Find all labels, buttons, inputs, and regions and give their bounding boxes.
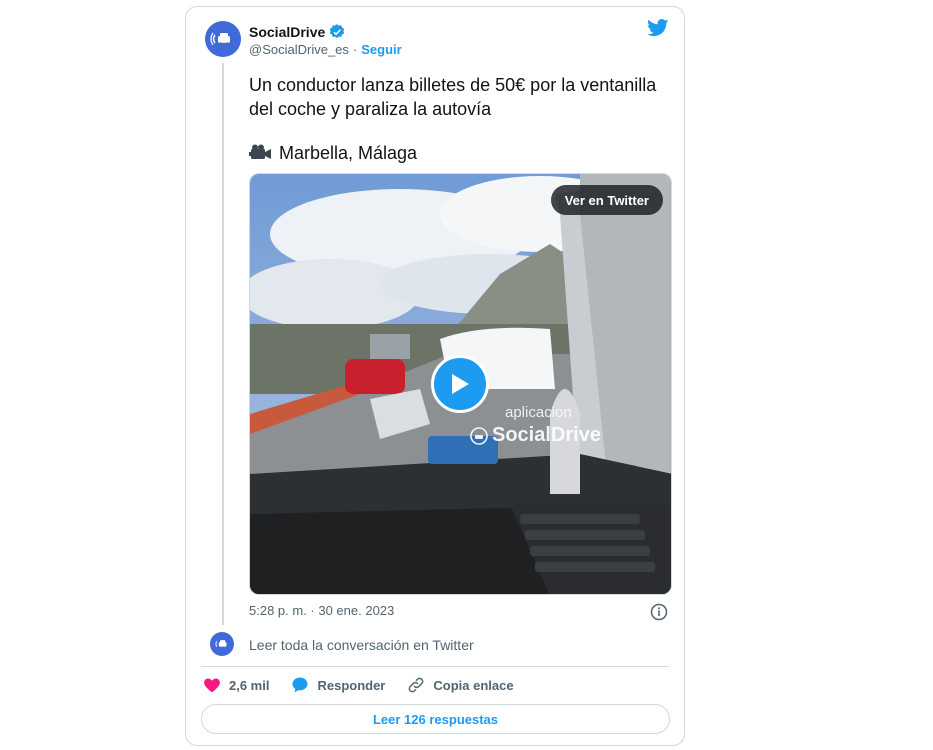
author-name[interactable]: SocialDrive bbox=[249, 24, 325, 40]
like-count: 2,6 mil bbox=[229, 677, 270, 693]
location-text: Marbella, Málaga bbox=[279, 143, 418, 163]
timestamp[interactable]: 5:28 p. m. · 30 ene. 2023 bbox=[249, 603, 394, 618]
tweet-card: SocialDrive @SocialDrive_es · Seguir Un … bbox=[185, 6, 685, 746]
link-icon bbox=[408, 677, 424, 693]
socialdrive-logo-icon bbox=[215, 640, 227, 647]
divider bbox=[201, 666, 669, 667]
copy-link-button[interactable]: Copia enlace bbox=[407, 676, 514, 694]
read-replies-button[interactable]: Leer 126 respuestas bbox=[201, 704, 670, 734]
play-button[interactable] bbox=[431, 355, 489, 413]
video-player[interactable]: Ver en Twitter aplicacion SocialDrive bbox=[249, 173, 672, 595]
reply-button[interactable]: Responder bbox=[291, 676, 385, 694]
socialdrive-logo-icon bbox=[210, 32, 230, 46]
watermark-line1: aplicacion bbox=[505, 404, 572, 421]
view-on-twitter-button[interactable]: Ver en Twitter bbox=[550, 185, 663, 215]
thread-line bbox=[222, 63, 224, 625]
author-handle[interactable]: @SocialDrive_es bbox=[249, 42, 349, 57]
tweet-location: Marbella, Málaga bbox=[249, 141, 669, 165]
watermark-logo-icon bbox=[470, 426, 488, 445]
twitter-bird-icon[interactable] bbox=[647, 19, 669, 42]
play-icon bbox=[452, 374, 469, 394]
tweet-text: Un conductor lanza billetes de 50€ por l… bbox=[249, 73, 669, 165]
like-button[interactable]: 2,6 mil bbox=[203, 677, 269, 693]
reply-label: Responder bbox=[317, 677, 386, 693]
avatar[interactable] bbox=[205, 21, 241, 57]
author-row: SocialDrive bbox=[249, 23, 346, 41]
reply-bubble-icon bbox=[292, 677, 308, 693]
handle-row: @SocialDrive_es · Seguir bbox=[249, 42, 402, 57]
verified-badge-icon bbox=[330, 24, 345, 39]
heart-icon bbox=[204, 678, 220, 693]
copy-link-label: Copia enlace bbox=[433, 677, 514, 693]
tweet-headline: Un conductor lanza billetes de 50€ por l… bbox=[249, 75, 657, 119]
watermark-line2: SocialDrive bbox=[470, 424, 601, 447]
info-icon[interactable] bbox=[650, 603, 668, 626]
follow-button[interactable]: Seguir bbox=[361, 42, 401, 57]
small-avatar bbox=[210, 632, 234, 656]
read-conversation-link[interactable]: Leer toda la conversación en Twitter bbox=[249, 637, 474, 653]
action-bar: 2,6 mil Responder Copia enlace bbox=[203, 676, 536, 694]
watermark-text: SocialDrive bbox=[492, 424, 601, 446]
separator: · bbox=[352, 42, 358, 57]
video-camera-emoji bbox=[249, 144, 271, 159]
